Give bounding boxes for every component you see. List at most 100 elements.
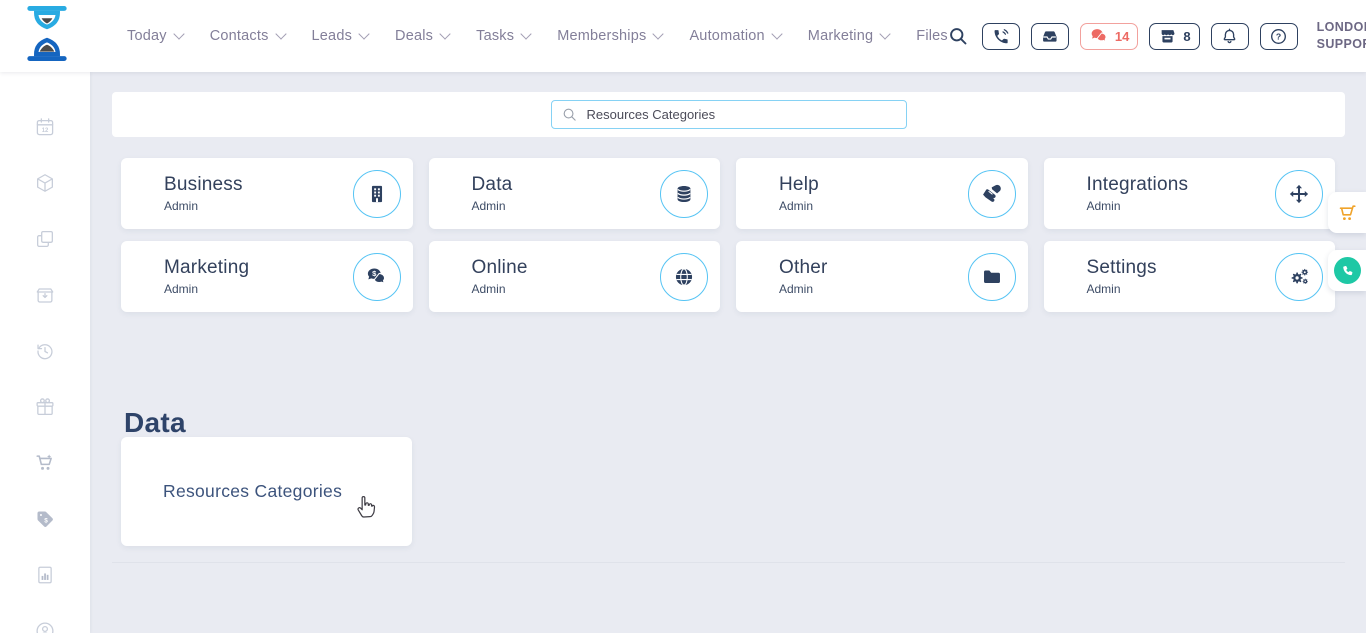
card-title: Integrations [1087,174,1189,196]
report-icon[interactable] [34,564,56,586]
nav-item-memberships[interactable]: Memberships [557,28,662,44]
hourglass-icon [25,5,69,62]
category-card-business[interactable]: Business Admin [121,158,413,229]
chevron-down-icon [275,28,286,39]
left-sidebar: 12 $ [0,72,90,633]
inbox-icon [1040,27,1059,46]
storefront-icon [1158,27,1177,46]
category-search [551,100,907,129]
nav-label: Memberships [557,28,646,44]
chevron-down-icon [358,28,369,39]
arrows-move-icon [1275,170,1323,218]
nav-item-marketing[interactable]: Marketing [808,28,889,44]
database-icon [660,170,708,218]
search-icon [562,107,577,122]
comment-dollar-icon: $ [353,253,401,301]
nav-item-tasks[interactable]: Tasks [476,28,530,44]
cube-icon[interactable] [34,172,56,194]
chat-count-badge: 14 [1115,29,1129,44]
card-title: Help [779,174,819,196]
main-nav: Today Contacts Leads Deals Tasks Members… [127,28,948,44]
nav-item-leads[interactable]: Leads [312,28,369,44]
question-circle-icon: ? [1269,27,1288,46]
card-subtitle: Admin [164,282,249,296]
nav-item-files[interactable]: Files [916,28,948,44]
nav-label: Files [916,28,948,44]
chevron-down-icon [653,28,664,39]
hourglass-logo[interactable] [25,5,69,67]
nav-item-deals[interactable]: Deals [395,28,449,44]
phone-button[interactable] [982,23,1020,50]
chat-bubbles-icon [1089,26,1109,46]
chevron-down-icon [439,28,450,39]
card-subtitle: Admin [779,282,828,296]
chevron-down-icon [173,28,184,39]
chat-button[interactable]: 14 [1080,23,1138,50]
nav-item-automation[interactable]: Automation [689,28,780,44]
search-band [112,92,1345,137]
price-tag-icon[interactable]: $ [34,508,56,530]
user-name-line1: LONDON [1317,19,1366,36]
search-input[interactable] [585,106,896,123]
svg-text:$: $ [44,517,48,524]
nav-label: Leads [312,28,353,44]
card-title: Settings [1087,257,1157,279]
search-icon[interactable] [948,26,968,46]
section-divider [112,562,1345,563]
phone-volume-icon [991,27,1010,46]
topbar-actions: 14 8 ? LONDON SUPPORT [948,19,1366,53]
card-subtitle: Admin [164,199,243,213]
user-name: LONDON SUPPORT [1317,19,1366,53]
nav-item-today[interactable]: Today [127,28,183,44]
store-button[interactable]: 8 [1149,23,1199,50]
bell-icon [1220,27,1239,46]
card-subtitle: Admin [472,282,528,296]
category-grid: Business Admin DataAdmin [121,158,1335,312]
category-card-online[interactable]: Online Admin [429,241,721,312]
calendar-icon[interactable]: 12 [34,116,56,138]
resources-categories-card[interactable]: Resources Categories [121,437,412,546]
gift-icon[interactable] [34,396,56,418]
category-card-settings[interactable]: Settings Admin [1044,241,1336,312]
cart-edge-tab[interactable] [1328,192,1366,233]
shopping-cart-icon[interactable] [34,452,56,474]
phone-circle-icon [1334,257,1361,284]
copy-icon[interactable] [34,228,56,250]
svg-text:12: 12 [42,128,49,134]
chevron-down-icon [880,28,891,39]
resources-categories-label: Resources Categories [163,481,342,502]
nav-item-contacts[interactable]: Contacts [210,28,285,44]
nav-label: Tasks [476,28,514,44]
card-subtitle: Admin [1087,282,1157,296]
category-card-help[interactable]: Help Admin [736,158,1028,229]
notifications-button[interactable] [1211,23,1249,50]
nav-label: Marketing [808,28,873,44]
category-card-marketing[interactable]: Marketing Admin $ [121,241,413,312]
help-button[interactable]: ? [1260,23,1298,50]
store-count-badge: 8 [1183,29,1190,44]
inbox-button[interactable] [1031,23,1069,50]
category-card-integrations[interactable]: IntegrationsAdmin [1044,158,1336,229]
svg-text:?: ? [1276,31,1281,41]
card-title: Online [472,257,528,279]
phone-edge-tab[interactable] [1328,250,1366,291]
box-import-icon[interactable] [34,284,56,306]
card-subtitle: Admin [779,199,819,213]
nav-label: Deals [395,28,433,44]
chevron-down-icon [771,28,782,39]
history-icon[interactable] [34,340,56,362]
top-bar: Today Contacts Leads Deals Tasks Members… [0,0,1366,72]
nav-label: Automation [689,28,764,44]
category-card-other[interactable]: OtherAdmin [736,241,1028,312]
user-circle-icon[interactable] [34,620,56,633]
card-title: Business [164,174,243,196]
category-card-data[interactable]: DataAdmin [429,158,721,229]
folder-icon [968,253,1016,301]
globe-icon [660,253,708,301]
nav-label: Today [127,28,167,44]
hands-helping-icon [968,170,1016,218]
user-name-line2: SUPPORT [1317,36,1366,53]
chevron-down-icon [521,28,532,39]
section-title: Data [124,407,186,439]
card-title: Marketing [164,257,249,279]
